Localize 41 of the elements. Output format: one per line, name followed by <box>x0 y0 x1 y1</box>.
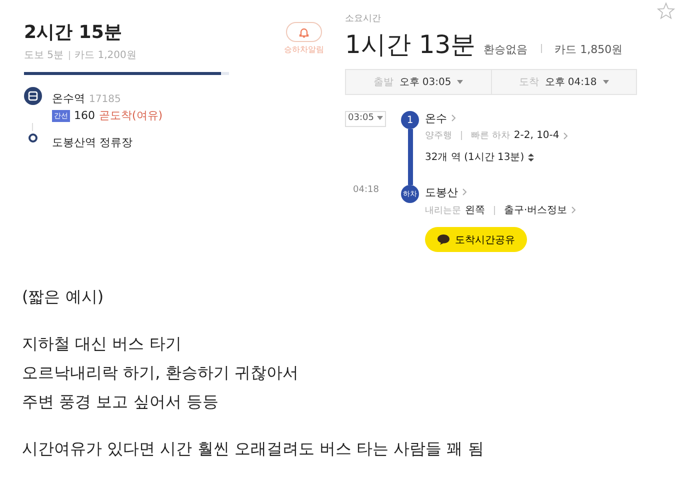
stop-dot-icon <box>28 133 38 143</box>
chevron-icon <box>563 132 568 140</box>
expand-icon <box>528 152 534 162</box>
text-line: 시간여유가 있다면 시간 훨씬 오래걸려도 버스 타는 사람들 꽤 됨 <box>22 438 485 460</box>
text-line: 주변 풍경 보고 싶어서 등등 <box>22 391 220 413</box>
fare: 카드 1,850원 <box>554 42 623 57</box>
transfer-count: 환승없음 <box>484 42 528 57</box>
text-line: 지하철 대신 버스 타기 <box>22 333 182 355</box>
time-selector[interactable]: 03:05 <box>345 111 386 127</box>
stop-code: 17185 <box>89 94 121 105</box>
door-label: 내리는문 <box>425 204 461 216</box>
paragraph: (짧은 예시) <box>22 286 105 308</box>
fast-exit-value: 2-2, 10-4 <box>514 130 560 141</box>
speech-bubble-icon <box>437 234 450 245</box>
duration-label: 소요시간 <box>345 13 381 25</box>
walk-time: 도보 5분 <box>24 50 64 61</box>
chevron-icon <box>450 114 456 122</box>
arrival-status: 곧도착(여유) <box>99 108 163 123</box>
bus-icon <box>24 87 42 105</box>
stop-name: 온수역 <box>52 92 85 105</box>
arrival-time: 04:18 <box>352 185 380 197</box>
station-name[interactable]: 온수 <box>425 112 447 125</box>
bus-number: 160 <box>74 109 95 122</box>
station-marker: 1 <box>401 111 419 129</box>
chevron-icon <box>571 206 576 214</box>
station-name[interactable]: 도봉산 <box>425 186 458 199</box>
door-side: 왼쪽 <box>465 204 485 217</box>
share-button[interactable]: 도착시간공유 <box>425 227 527 252</box>
route-duration: 2시간 15분 <box>24 21 123 44</box>
text-line: 오르낙내리락 하기, 환승하기 귀찮아서 <box>22 362 300 384</box>
bell-icon <box>299 26 309 38</box>
fast-exit-label: 빠른 하차 <box>471 130 510 142</box>
station-count[interactable]: 32개 역 (1시간 13분) <box>425 150 524 164</box>
caret-icon <box>376 116 383 120</box>
chevron-icon <box>462 188 466 196</box>
fare: 카드 1,200원 <box>74 50 136 61</box>
star-icon[interactable] <box>657 2 675 20</box>
route-duration: 1시간 13분 <box>345 29 476 61</box>
direction: 양주행 <box>425 130 452 142</box>
stop-name: 도봉산역 정류장 <box>52 136 132 149</box>
exit-info-link[interactable]: 출구·버스정보 <box>504 203 568 217</box>
